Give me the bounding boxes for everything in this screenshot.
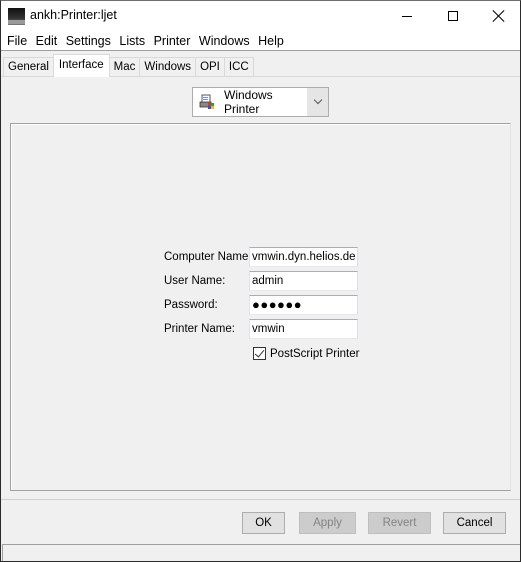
printer-name-label: Printer Name: — [164, 323, 235, 335]
button-separator — [1, 499, 520, 500]
menu-printer[interactable]: Printer — [150, 31, 195, 51]
tab-opi[interactable]: OPI — [195, 57, 225, 77]
apply-button[interactable]: Apply — [299, 512, 356, 534]
title-bar[interactable]: ankh:Printer:ljet — [1, 1, 520, 31]
minimize-icon — [402, 15, 412, 17]
postscript-printer-checkbox[interactable] — [253, 347, 266, 360]
ok-button[interactable]: OK — [242, 512, 285, 534]
chevron-down-icon — [313, 95, 323, 105]
menu-settings[interactable]: Settings — [62, 31, 115, 51]
menu-file[interactable]: File — [3, 31, 31, 51]
computer-name-field[interactable]: vmwin.dyn.helios.de — [249, 247, 358, 267]
window-title: ankh:Printer:ljet — [30, 8, 117, 22]
interface-type-dropdown[interactable]: Windows Printer — [192, 87, 329, 117]
password-field[interactable]: ●●●●●● — [249, 295, 358, 315]
tab-bar: General Interface Mac Windows OPI ICC — [1, 52, 520, 77]
tab-mac[interactable]: Mac — [108, 57, 141, 77]
close-button[interactable] — [476, 1, 520, 31]
menu-windows[interactable]: Windows — [195, 31, 254, 51]
cancel-button[interactable]: Cancel — [443, 512, 506, 534]
close-icon — [493, 10, 505, 22]
checkmark-icon — [254, 347, 265, 358]
password-label: Password: — [164, 299, 218, 311]
tab-windows[interactable]: Windows — [139, 57, 197, 77]
maximize-icon — [448, 11, 458, 21]
user-name-field[interactable]: admin — [249, 271, 358, 291]
postscript-printer-option[interactable]: PostScript Printer — [253, 347, 359, 360]
windows-printer-icon — [199, 94, 215, 110]
menu-lists[interactable]: Lists — [115, 31, 149, 51]
printer-window: ankh:Printer:ljet File Edit Settings Lis… — [0, 0, 521, 562]
menu-edit[interactable]: Edit — [32, 31, 62, 51]
maximize-button[interactable] — [430, 1, 476, 31]
tab-icc[interactable]: ICC — [223, 57, 254, 77]
user-name-label: User Name: — [164, 275, 226, 287]
computer-name-label: Computer Name: — [164, 251, 252, 263]
revert-button[interactable]: Revert — [368, 512, 431, 534]
tab-interface[interactable]: Interface — [52, 54, 110, 77]
status-bar — [2, 544, 520, 561]
dropdown-arrow-button[interactable] — [307, 88, 328, 116]
interface-type-value: Windows Printer — [224, 88, 273, 116]
postscript-printer-label: PostScript Printer — [270, 347, 360, 360]
tab-general[interactable]: General — [3, 57, 54, 77]
menu-help[interactable]: Help — [254, 31, 288, 51]
printer-name-field[interactable]: vmwin — [249, 319, 358, 339]
minimize-button[interactable] — [384, 1, 430, 31]
menu-bar: File Edit Settings Lists Printer Windows… — [1, 31, 520, 51]
helios-app-icon — [8, 8, 25, 25]
